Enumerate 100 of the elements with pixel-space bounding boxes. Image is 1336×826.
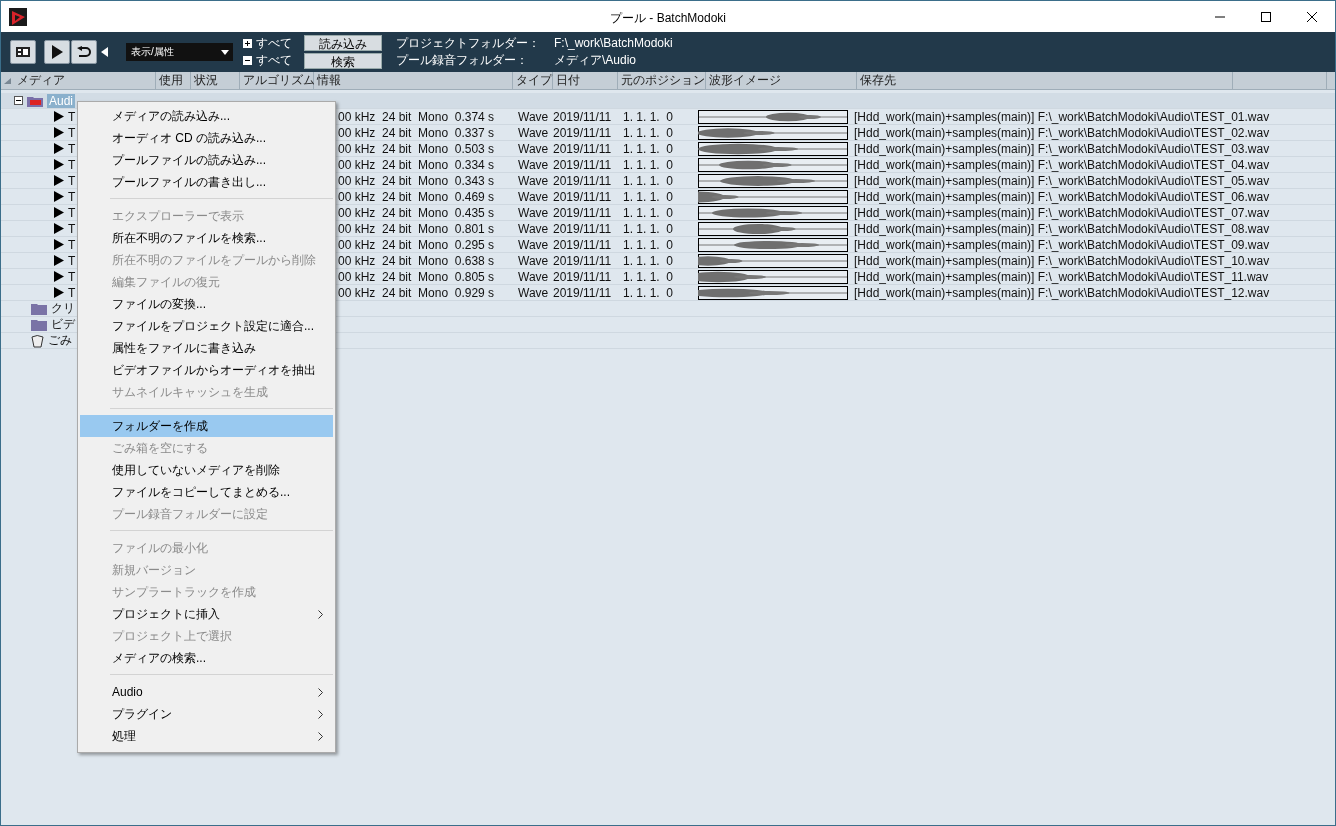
position-cell: 1. 1. 1. 0 [623, 285, 674, 300]
window-title: プール - BatchModoki [609, 11, 726, 25]
column-header[interactable]: 波形イメージ [706, 72, 857, 89]
expand-arrow-icon[interactable] [54, 143, 64, 154]
expand-arrow-icon[interactable] [54, 287, 64, 298]
column-header[interactable]: タイプ [513, 72, 553, 89]
column-header[interactable]: 状況 [191, 72, 240, 89]
type-cell: Wave [518, 269, 549, 284]
position-cell: 1. 1. 1. 0 [623, 125, 674, 140]
menu-item[interactable]: 属性をファイルに書き込み [80, 337, 333, 359]
import-button[interactable]: 読み込み [304, 35, 382, 51]
expand-arrow-icon[interactable] [54, 255, 64, 266]
path-cell: [Hdd_work(main)+samples(main)] F:\_work\BatchModoki\Audio\TEST_03.wav [854, 141, 1270, 156]
menu-item[interactable]: Audio [80, 681, 333, 703]
plus-box-icon[interactable] [243, 39, 252, 48]
date-cell: 2019/11/11 [553, 205, 612, 220]
collapse-all-label[interactable]: すべて [256, 52, 292, 69]
type-cell: Wave [518, 141, 549, 156]
file-name[interactable]: T [68, 237, 76, 252]
view-dropdown[interactable]: 表示/属性 [126, 43, 233, 61]
file-name[interactable]: T [68, 269, 76, 284]
folder-name[interactable]: ごみ [48, 332, 72, 349]
date-cell: 2019/11/11 [553, 109, 612, 124]
expand-arrow-icon[interactable] [54, 271, 64, 282]
collapse-box-icon[interactable] [14, 96, 23, 105]
menu-item[interactable]: ファイルをコピーしてまとめる... [80, 481, 333, 503]
loop-button[interactable] [71, 40, 97, 64]
file-name[interactable]: T [68, 109, 76, 124]
column-header[interactable]: 使用 [156, 72, 191, 89]
expand-arrow-icon[interactable] [54, 159, 64, 170]
file-name[interactable]: T [68, 189, 76, 204]
expand-arrow-icon[interactable] [54, 239, 64, 250]
file-name[interactable]: T [68, 221, 76, 236]
expand-arrow-icon[interactable] [54, 175, 64, 186]
column-header[interactable]: 元のポジション [618, 72, 706, 89]
file-name[interactable]: T [68, 285, 76, 300]
folder-name[interactable]: クリ [51, 300, 75, 317]
search-button[interactable]: 検索 [304, 53, 382, 69]
file-name[interactable]: T [68, 173, 76, 188]
column-header[interactable]: 情報 [314, 72, 513, 89]
path-cell: [Hdd_work(main)+samples(main)] F:\_work\BatchModoki\Audio\TEST_05.wav [854, 173, 1270, 188]
expand-arrow-icon[interactable] [54, 207, 64, 218]
date-cell: 2019/11/11 [553, 221, 612, 236]
play-button[interactable] [44, 40, 70, 64]
info-cell: 00 kHz 24 bit Mono 0.638 s [338, 253, 495, 268]
menu-item[interactable]: プールファイルの読み込み... [80, 149, 333, 171]
expand-all-label[interactable]: すべて [256, 35, 292, 52]
column-header[interactable]: 保存先 [857, 72, 1233, 89]
menu-item[interactable]: フォルダーを作成 [80, 415, 333, 437]
position-cell: 1. 1. 1. 0 [623, 221, 674, 236]
loop-icon [77, 46, 91, 58]
column-header[interactable]: 日付 [553, 72, 618, 89]
menu-item[interactable]: プラグイン [80, 703, 333, 725]
position-cell: 1. 1. 1. 0 [623, 205, 674, 220]
expand-arrow-icon[interactable] [54, 223, 64, 234]
menu-item[interactable]: プロジェクトに挿入 [80, 603, 333, 625]
folder-path: F:\_work\BatchModoki [554, 36, 673, 51]
path-cell: [Hdd_work(main)+samples(main)] F:\_work\BatchModoki\Audio\TEST_02.wav [854, 125, 1270, 140]
position-cell: 1. 1. 1. 0 [623, 173, 674, 188]
menu-item[interactable]: オーディオ CD の読み込み... [80, 127, 333, 149]
type-cell: Wave [518, 237, 549, 252]
type-cell: Wave [518, 125, 549, 140]
menu-item[interactable]: メディアの読み込み... [80, 105, 333, 127]
maximize-icon [1260, 10, 1272, 23]
file-name[interactable]: T [68, 157, 76, 172]
folder-icon [31, 318, 47, 331]
menu-item[interactable]: ファイルをプロジェクト設定に適合... [80, 315, 333, 337]
play-icon [51, 45, 63, 59]
menu-item[interactable]: ファイルの変換... [80, 293, 333, 315]
collapse-arrow-icon[interactable] [101, 47, 108, 57]
date-cell: 2019/11/11 [553, 173, 612, 188]
menu-item[interactable]: メディアの検索... [80, 647, 333, 669]
path-cell: [Hdd_work(main)+samples(main)] F:\_work\BatchModoki\Audio\TEST_10.wav [854, 253, 1270, 268]
date-cell: 2019/11/11 [553, 125, 612, 140]
info-cell: 00 kHz 24 bit Mono 0.295 s [338, 237, 495, 252]
menu-item[interactable]: 所在不明のファイルを検索... [80, 227, 333, 249]
menu-item[interactable]: ビデオファイルからオーディオを抽出 [80, 359, 333, 381]
path-cell: [Hdd_work(main)+samples(main)] F:\_work\BatchModoki\Audio\TEST_01.wav [854, 109, 1270, 124]
minus-box-icon[interactable] [243, 56, 252, 65]
trash-icon [31, 333, 44, 348]
menu-item[interactable]: 使用していないメディアを削除 [80, 459, 333, 481]
folder-name[interactable]: ビデ [51, 316, 75, 333]
info-cell: 00 kHz 24 bit Mono 0.929 s [338, 285, 495, 300]
menu-item[interactable]: プールファイルの書き出し... [80, 171, 333, 193]
column-header[interactable]: アルゴリズム [240, 72, 314, 89]
expand-arrow-icon[interactable] [54, 127, 64, 138]
expand-arrow-icon[interactable] [54, 191, 64, 202]
file-name[interactable]: T [68, 125, 76, 140]
expand-arrow-icon[interactable] [54, 111, 64, 122]
folder-path: メディア\Audio [554, 53, 638, 68]
file-name[interactable]: T [68, 253, 76, 268]
file-name[interactable]: T [68, 141, 76, 156]
date-cell: 2019/11/11 [553, 189, 612, 204]
layout-button[interactable] [10, 40, 36, 64]
file-name[interactable]: T [68, 205, 76, 220]
path-cell: [Hdd_work(main)+samples(main)] F:\_work\BatchModoki\Audio\TEST_09.wav [854, 237, 1270, 252]
column-header[interactable]: メディア [17, 72, 65, 89]
menu-item[interactable]: 処理 [80, 725, 333, 747]
info-cell: 00 kHz 24 bit Mono 0.801 s [338, 221, 495, 236]
folder-icon [31, 302, 47, 315]
